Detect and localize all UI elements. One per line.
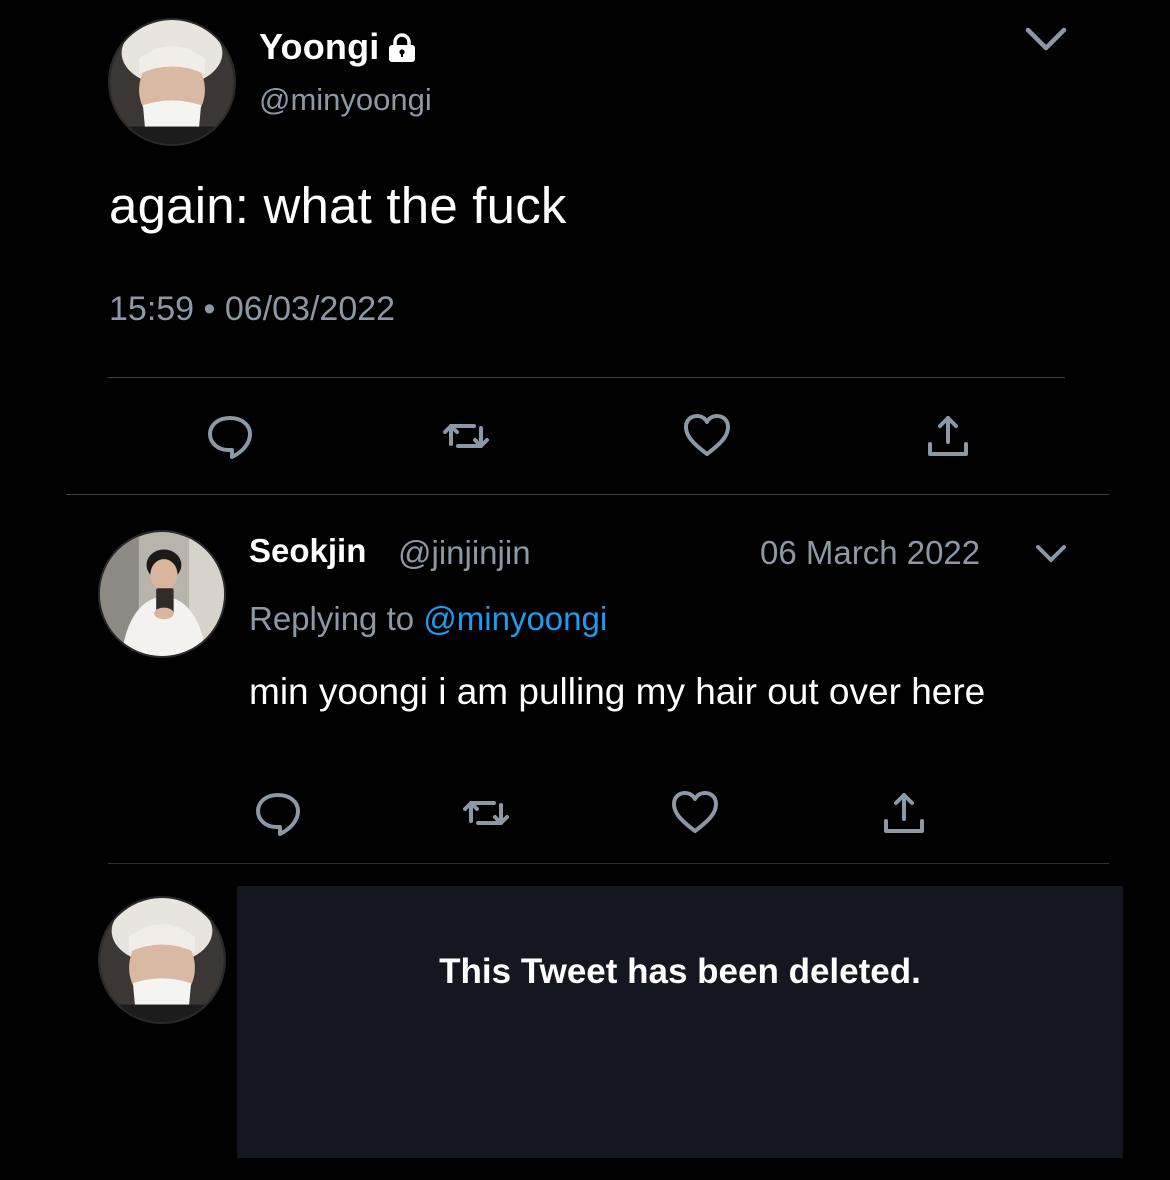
like-icon[interactable]: [681, 410, 733, 462]
reply-tweet-text: min yoongi i am pulling my hair out over…: [249, 671, 986, 712]
retweet-icon[interactable]: [460, 787, 512, 839]
deleted-tweet-placeholder: This Tweet has been deleted.: [237, 886, 1123, 1158]
thread-divider: [66, 494, 1109, 495]
chevron-down-icon[interactable]: [1034, 542, 1068, 566]
reply-date[interactable]: 06 March 2022: [760, 534, 980, 572]
replying-to-line: Replying to @minyoongi: [249, 600, 607, 638]
yoongi-avatar[interactable]: [108, 18, 236, 146]
seokjin-display-name[interactable]: Seokjin: [249, 532, 366, 570]
replying-to-handle-link[interactable]: @minyoongi: [423, 600, 607, 637]
yoongi-handle[interactable]: @minyoongi: [259, 82, 432, 118]
yoongi-display-name[interactable]: Yoongi: [259, 26, 418, 68]
share-icon[interactable]: [922, 410, 974, 462]
like-icon[interactable]: [669, 787, 721, 839]
retweet-icon[interactable]: [440, 410, 492, 462]
divider: [108, 377, 1065, 378]
share-icon[interactable]: [878, 787, 930, 839]
replying-to-label: Replying to: [249, 600, 415, 637]
seokjin-handle[interactable]: @jinjinjin: [398, 534, 531, 572]
seokjin-avatar[interactable]: [98, 530, 226, 658]
reply-icon[interactable]: [252, 787, 304, 839]
tweet-timestamp[interactable]: 15:59 • 06/03/2022: [109, 290, 395, 329]
reply-icon[interactable]: [204, 410, 256, 462]
chevron-down-icon[interactable]: [1024, 24, 1068, 54]
deleted-tweet-message: This Tweet has been deleted.: [439, 952, 921, 991]
divider: [108, 863, 1109, 864]
yoongi-avatar[interactable]: [98, 896, 226, 1024]
tweet-text: again: what the fuck: [109, 177, 567, 234]
lock-icon: [386, 31, 418, 63]
display-name-text: Yoongi: [259, 26, 380, 67]
